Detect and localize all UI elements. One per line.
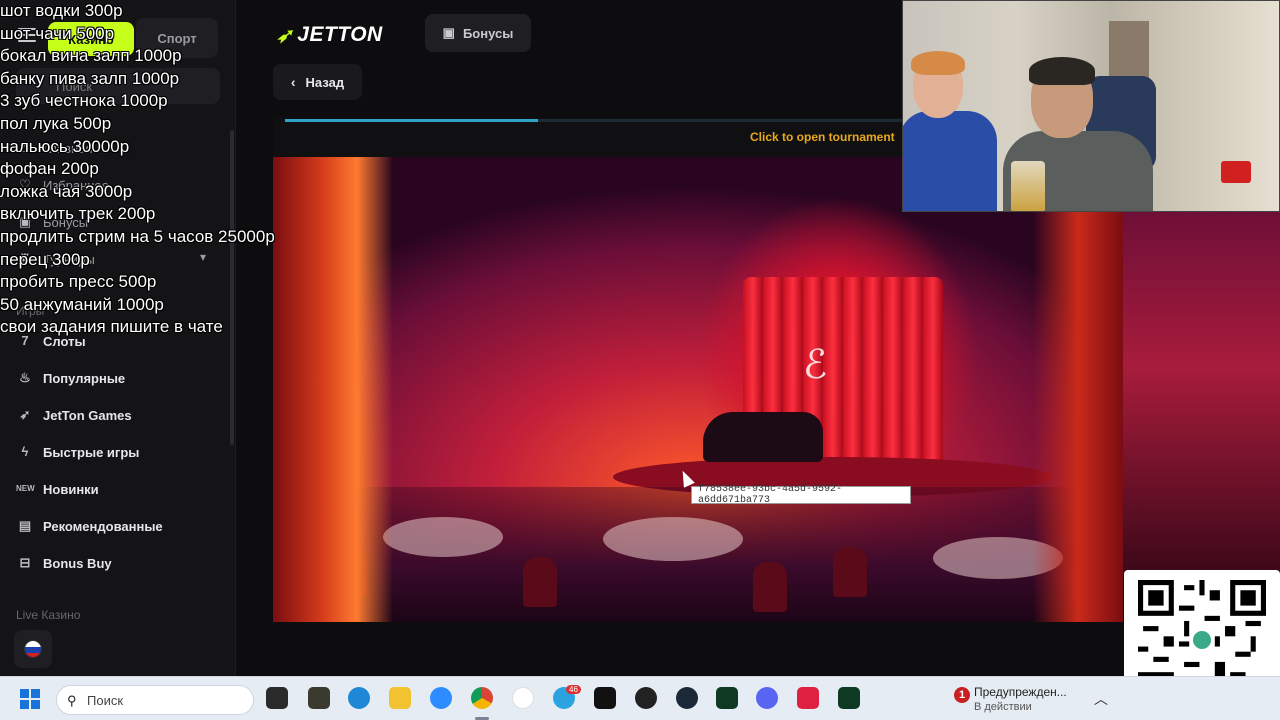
chrome-icon[interactable] xyxy=(471,687,493,709)
sidebar-item-new[interactable]: NEW Новинки xyxy=(16,475,99,503)
chair-image xyxy=(753,562,787,612)
app-icon[interactable] xyxy=(716,687,738,709)
sidebar-item-label: Популярные xyxy=(43,370,126,386)
sidebar-item-popular[interactable]: ♨ Популярные xyxy=(16,364,125,392)
russia-flag-icon xyxy=(24,640,42,658)
overlay-line: пробить пресс 500р xyxy=(0,272,157,292)
overlay-line: 3 зуб честнока 1000р xyxy=(0,91,168,111)
jet-icon: ➶ xyxy=(19,407,31,422)
beer-glass-image xyxy=(1011,161,1045,211)
warning-title: Предупрежден... xyxy=(974,685,1067,699)
bonus-button-label: Бонусы xyxy=(462,25,514,41)
overlay-line: продлить стрим на 5 часов 25000р xyxy=(0,226,275,246)
bag-icon: ⊟ xyxy=(19,555,31,570)
chevron-up-icon[interactable]: ︿ xyxy=(1094,689,1108,709)
security-warning-notification[interactable]: 1 Предупрежден... В действии xyxy=(954,685,1084,715)
warning-icon: 1 xyxy=(954,687,970,703)
overlay-line: шот водки 300р xyxy=(0,1,123,20)
obs-icon[interactable] xyxy=(635,687,657,709)
overlay-line: ложка чая 3000р xyxy=(0,181,133,201)
windows-start-icon[interactable] xyxy=(20,689,40,709)
warning-subtitle: В действии xyxy=(974,701,1032,713)
chair-image xyxy=(833,547,867,597)
fire-icon: ♨ xyxy=(19,370,31,385)
stream-overlay-list: шот водки 300р шот чачи 500р бокал вина … xyxy=(0,0,330,339)
sidebar-item-label: Bonus Buy xyxy=(43,555,112,571)
taskbar-search-placeholder: Поиск xyxy=(87,692,124,708)
table-image xyxy=(603,517,743,561)
lightning-icon: ϟ xyxy=(21,444,29,459)
file-explorer-icon[interactable] xyxy=(389,687,411,709)
app-icon[interactable] xyxy=(838,687,860,709)
edge-browser-icon[interactable] xyxy=(348,687,370,709)
overlay-line: банку пива залп 1000р xyxy=(0,68,180,88)
overlay-line: включить трек 200р xyxy=(0,204,156,224)
overlay-line: перец 300р xyxy=(0,249,90,269)
gem-logo-icon xyxy=(1190,628,1214,652)
session-id-tooltip: f78538ee-93bc-4a5d-9592-a6dd671ba773 xyxy=(691,484,911,506)
sidebar-item-label: Рекомендованные xyxy=(43,518,163,534)
streamer-left-image xyxy=(903,51,1003,211)
discord-icon[interactable] xyxy=(756,687,778,709)
sidebar-item-label: Новинки xyxy=(43,481,99,497)
telegram-badge: 46 xyxy=(566,685,581,694)
loading-progress-track xyxy=(538,119,903,122)
overlay-line: пол лука 500р xyxy=(0,113,112,133)
steam-icon[interactable] xyxy=(676,687,698,709)
webcam-feed xyxy=(902,0,1280,212)
table-image xyxy=(383,517,503,557)
notepad-icon[interactable] xyxy=(308,687,330,709)
red-cups-image xyxy=(1221,161,1251,183)
new-icon: NEW xyxy=(16,484,35,493)
sidebar-item-label: JetTon Games xyxy=(43,407,132,423)
game-logo-icon: ℰ xyxy=(803,343,828,387)
overlay-line: 50 анжуманий 1000р xyxy=(0,294,164,314)
yandex-browser-icon[interactable] xyxy=(512,687,534,709)
sidebar-item-fast-games[interactable]: ϟ Быстрые игры xyxy=(16,438,140,466)
capcut-icon[interactable] xyxy=(594,687,616,709)
game-canvas[interactable]: ℰ xyxy=(273,157,1123,622)
overlay-line: шот чачи 500р xyxy=(0,23,115,43)
gift-icon: ▣ xyxy=(442,25,455,40)
section-live-label: Live Казино xyxy=(16,608,81,622)
task-view-icon[interactable] xyxy=(266,687,288,709)
bookmark-icon: ▤ xyxy=(18,518,32,533)
chair-image xyxy=(523,557,557,607)
taskbar-search-input[interactable]: ⚲ Поиск xyxy=(56,685,254,715)
right-curtain-image xyxy=(1033,157,1123,622)
bonus-button[interactable]: ▣ Бонусы xyxy=(425,14,531,52)
screen: Казино Спорт Поиск ⌂ Главная ♡ Избранное ▣… xyxy=(0,0,1280,720)
sidebar-item-bonus-buy[interactable]: ⊟ Bonus Buy xyxy=(16,549,112,577)
overlay-line: свои задания пишите в чате xyxy=(0,317,223,337)
overlay-line: фофан 200р xyxy=(0,159,99,179)
sidebar-item-jetton-games[interactable]: ➶ JetTon Games xyxy=(16,401,132,429)
sidebar-item-label: Быстрые игры xyxy=(43,444,140,460)
game-canvas-edge xyxy=(1123,157,1280,577)
zoom-icon[interactable] xyxy=(430,687,452,709)
sidebar-item-recommended[interactable]: ▤ Рекомендованные xyxy=(16,512,163,540)
overlay-line: бокал вина залп 1000р xyxy=(0,46,182,66)
windows-taskbar: ⚲ Поиск 46 1 Предупрежден... В действии … xyxy=(0,676,1280,720)
wildberries-icon[interactable] xyxy=(797,687,819,709)
search-icon: ⚲ xyxy=(67,693,77,708)
piano-image xyxy=(703,412,823,462)
overlay-line: нальюсь 30000р xyxy=(0,136,130,156)
tournament-link[interactable]: Click to open tournament xyxy=(750,130,895,144)
